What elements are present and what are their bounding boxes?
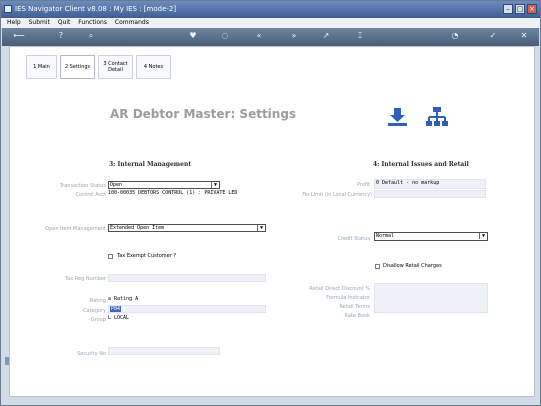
rate-book-label: Rate Book bbox=[344, 313, 371, 319]
profit-label: Profit bbox=[356, 182, 370, 188]
tab-main[interactable]: 1 Main bbox=[26, 55, 57, 79]
category-input[interactable]: P04 bbox=[108, 305, 266, 313]
disallow-retail-checkbox[interactable] bbox=[375, 264, 380, 269]
gear-icon[interactable]: ◌ bbox=[220, 31, 230, 41]
group-label: Group bbox=[90, 317, 106, 323]
search-icon[interactable]: ⌕ bbox=[86, 31, 96, 41]
tax-reg-number-input[interactable] bbox=[108, 274, 266, 282]
control-acct-value: 100-00035 DEBTORS CONTROL (1) : PRIVATE … bbox=[108, 190, 238, 196]
tab-contact-detail[interactable]: 3 Contact Detail bbox=[98, 55, 133, 79]
app-logo-icon bbox=[4, 5, 12, 13]
tab-main-label: 1 Main bbox=[33, 64, 50, 70]
app-window: IES Navigator Client v8.08 : My IES : [m… bbox=[0, 0, 541, 406]
menu-quit[interactable]: Quit bbox=[58, 19, 71, 26]
tab-settings[interactable]: 2 Settings bbox=[60, 55, 95, 79]
menu-submit[interactable]: Submit bbox=[29, 19, 50, 26]
transaction-status-select[interactable]: Open ▼ bbox=[108, 181, 220, 189]
retail-fields-input[interactable] bbox=[374, 283, 488, 313]
window-title: IES Navigator Client v8.08 : My IES : [m… bbox=[15, 5, 177, 13]
credit-status-select[interactable]: Normal ▼ bbox=[374, 232, 488, 241]
help-icon[interactable]: ? bbox=[56, 31, 66, 41]
toolbar: ⟵ ? ⌕ ♥ ◌ « » ↗ ⌶ ◔ ✓ ✕ bbox=[2, 28, 539, 46]
open-item-management-label: Open Item Management bbox=[45, 226, 106, 232]
retail-direct-discount-label: Retail Direct Discount % bbox=[309, 286, 370, 292]
page-title: AR Debtor Master: Settings bbox=[110, 107, 297, 121]
chevron-down-icon: ▼ bbox=[257, 225, 265, 231]
tab-settings-label: 2 Settings bbox=[64, 64, 91, 70]
chevron-down-icon: ▼ bbox=[211, 182, 219, 188]
tab-notes[interactable]: 4 Notes bbox=[136, 55, 171, 79]
tax-reg-number-label: Tax Reg Number bbox=[64, 276, 106, 282]
transaction-status-value: Open bbox=[110, 182, 123, 188]
section-internal-issues-retail: 4: Internal Issues and Retail bbox=[373, 161, 469, 168]
minimize-icon[interactable]: – bbox=[503, 4, 513, 14]
maximize-icon[interactable]: □ bbox=[515, 4, 525, 14]
chevron-down-icon: ▼ bbox=[479, 233, 487, 239]
menu-commands[interactable]: Commands bbox=[115, 19, 149, 26]
category-label: Category bbox=[83, 308, 106, 314]
profit-input[interactable]: 0 Default - no markup bbox=[374, 179, 486, 189]
security-no-input[interactable] bbox=[108, 347, 220, 355]
credit-status-value: Normal bbox=[376, 233, 395, 239]
title-bar: IES Navigator Client v8.08 : My IES : [m… bbox=[1, 1, 540, 18]
control-acct-label: Control Acct bbox=[75, 192, 106, 198]
text-icon[interactable]: ⌶ bbox=[355, 31, 365, 41]
formula-indicator-label: Formula Indicator bbox=[326, 295, 370, 301]
security-no-label: Security No bbox=[77, 351, 106, 357]
tax-exempt-label: Tax Exempt Customer ? bbox=[117, 253, 177, 259]
retail-terms-label: Retail Terms bbox=[339, 304, 370, 310]
credit-status-label: Credit Status bbox=[337, 236, 370, 242]
main-panel: 1 Main 2 Settings 3 Contact Detail 4 Not… bbox=[9, 46, 535, 397]
fast-forward-icon[interactable]: » bbox=[289, 31, 299, 41]
tab-notes-label: 4 Notes bbox=[143, 64, 164, 70]
rewind-icon[interactable]: « bbox=[254, 31, 264, 41]
tab-contact-detail-label: 3 Contact Detail bbox=[103, 61, 128, 73]
menu-functions[interactable]: Functions bbox=[78, 19, 107, 26]
transaction-status-label: Transaction Status bbox=[59, 183, 106, 189]
section-internal-management: 3: Internal Management bbox=[109, 161, 192, 168]
open-item-management-select[interactable]: Extended Open Item ▼ bbox=[108, 224, 266, 232]
back-arrow-icon[interactable]: ⟵ bbox=[9, 31, 29, 41]
category-value: P04 bbox=[110, 306, 122, 312]
close-icon[interactable]: × bbox=[527, 4, 537, 14]
fin-limit-label: Fin Limit (in Local Currency) bbox=[302, 192, 372, 198]
window-controls: – □ × bbox=[503, 4, 537, 14]
org-chart-icon[interactable] bbox=[425, 106, 449, 128]
open-item-management-value: Extended Open Item bbox=[110, 225, 165, 231]
tax-exempt-checkbox[interactable] bbox=[108, 254, 113, 259]
tab-bar: 1 Main 2 Settings 3 Contact Detail 4 Not… bbox=[26, 55, 171, 79]
rating-label: Rating bbox=[89, 298, 106, 304]
close-toolbar-icon[interactable]: ✕ bbox=[519, 31, 529, 41]
menu-bar: Help Submit Quit Functions Commands bbox=[1, 18, 540, 28]
arrow-icon[interactable]: ↗ bbox=[321, 31, 331, 41]
refresh-icon[interactable]: ◔ bbox=[450, 31, 460, 41]
menu-help[interactable]: Help bbox=[7, 19, 21, 26]
rating-value[interactable]: a Rating A bbox=[108, 296, 138, 303]
download-save-icon[interactable] bbox=[387, 107, 408, 128]
fin-limit-input[interactable] bbox=[374, 190, 486, 198]
group-value[interactable]: L LOCAL bbox=[108, 315, 129, 322]
check-icon[interactable]: ✓ bbox=[488, 31, 498, 41]
disallow-retail-label: Disallow Retail Charges bbox=[383, 263, 442, 269]
heart-icon[interactable]: ♥ bbox=[188, 31, 198, 41]
side-handle[interactable] bbox=[5, 357, 9, 365]
